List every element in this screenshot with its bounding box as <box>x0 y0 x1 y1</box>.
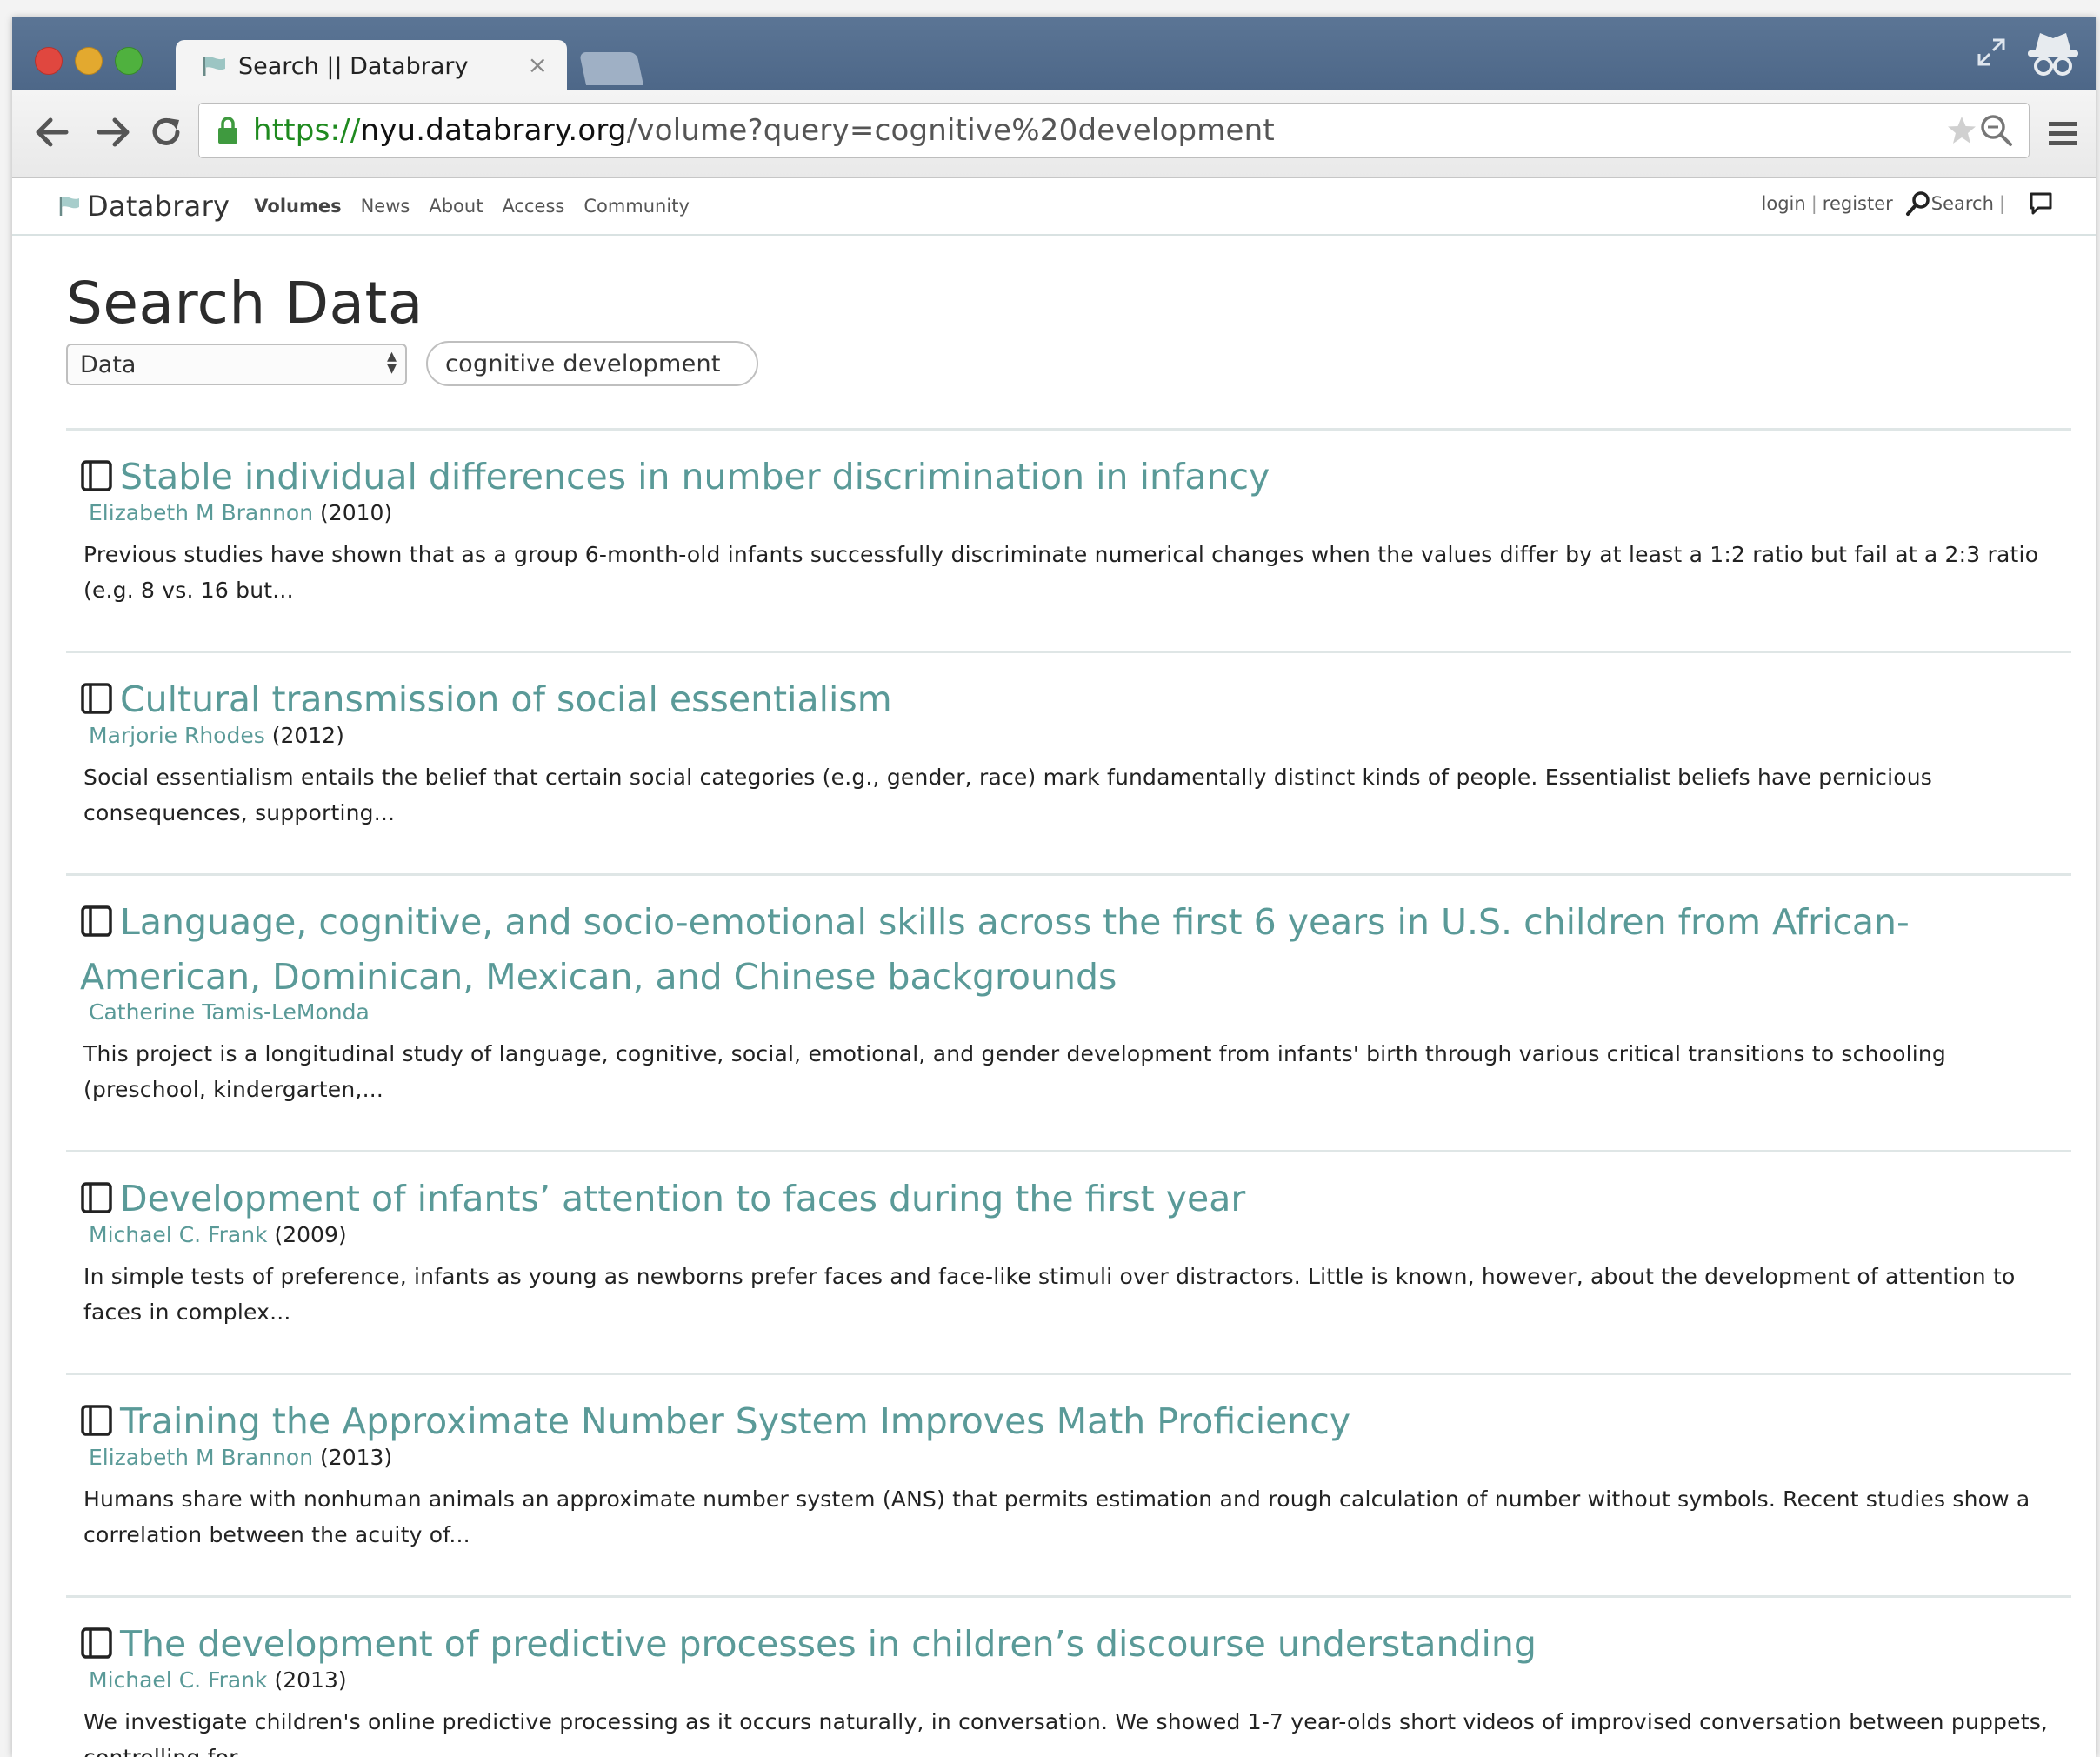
result-title-link[interactable]: The development of predictive processes … <box>80 1617 2054 1672</box>
browser-toolbar: https://nyu.databrary.org/volume?query=c… <box>12 90 2096 178</box>
fullscreen-icon[interactable] <box>1974 35 2009 70</box>
result-year: (2012) <box>271 723 344 748</box>
nav-news[interactable]: News <box>361 196 410 217</box>
result-year: (2013) <box>320 1445 393 1470</box>
maximize-window-button[interactable] <box>115 47 143 75</box>
result-author-link[interactable]: Michael C. Frank <box>89 1667 268 1693</box>
login-link[interactable]: login <box>1762 193 1806 214</box>
result-author-link[interactable]: Catherine Tamis-LeMonda <box>89 999 370 1025</box>
result-author-link[interactable]: Elizabeth M Brannon <box>89 1445 313 1470</box>
results-list: Stable individual differences in number … <box>66 428 2071 1757</box>
result-snippet: This project is a longitudinal study of … <box>83 1041 1946 1102</box>
browser-tab[interactable]: Search || Databrary × <box>176 40 567 92</box>
address-bar[interactable]: https://nyu.databrary.org/volume?query=c… <box>198 103 2030 158</box>
databrary-favicon-icon <box>203 57 225 76</box>
volume-icon <box>81 1627 112 1659</box>
result-year: (2010) <box>320 500 393 525</box>
result-title: Language, cognitive, and socio-emotional… <box>80 901 1910 998</box>
reload-button[interactable] <box>144 110 190 155</box>
browser-window: Search || Databrary × https://nyu.databr… <box>12 17 2096 1757</box>
result-snippet: Previous studies have shown that as a gr… <box>83 542 2039 603</box>
site-logo-text: Databrary <box>87 190 230 223</box>
search-type-select[interactable]: Data ▴ ▾ <box>66 344 407 385</box>
nav-volumes[interactable]: Volumes <box>254 196 341 217</box>
result-author-link[interactable]: Elizabeth M Brannon <box>89 500 313 525</box>
register-link[interactable]: register <box>1823 193 1893 214</box>
result-snippet: We investigate children's online predict… <box>83 1709 2049 1757</box>
forward-button[interactable] <box>90 110 136 155</box>
site-user-controls: login | register Search | <box>1762 190 2054 217</box>
reload-icon <box>152 117 180 145</box>
result-title: The development of predictive processes … <box>120 1623 1537 1665</box>
volume-icon <box>81 905 112 937</box>
tab-title: Search || Databrary <box>238 52 469 80</box>
separator: | <box>1810 193 1817 214</box>
site-nav: Volumes News About Access Community <box>254 196 709 217</box>
result-item: Training the Approximate Number System I… <box>66 1373 2071 1595</box>
result-snippet: In simple tests of preference, infants a… <box>83 1264 2016 1325</box>
new-tab-button[interactable] <box>578 52 644 85</box>
result-author-link[interactable]: Michael C. Frank <box>89 1222 268 1247</box>
nav-community[interactable]: Community <box>583 196 690 217</box>
result-title: Development of infants’ attention to fac… <box>120 1178 1246 1219</box>
result-title-link[interactable]: Language, cognitive, and socio-emotional… <box>80 895 2054 1005</box>
result-meta: Michael C. Frank (2013) <box>89 1667 347 1693</box>
result-item: The development of predictive processes … <box>66 1595 2071 1757</box>
search-input-value: cognitive development <box>445 350 721 377</box>
back-arrow-icon <box>36 117 69 147</box>
forward-arrow-icon <box>97 117 130 147</box>
result-item: Development of infants’ attention to fac… <box>66 1150 2071 1373</box>
feedback-icon[interactable] <box>2028 190 2054 217</box>
result-title-link[interactable]: Development of infants’ attention to fac… <box>80 1172 2054 1226</box>
result-title-link[interactable]: Training the Approximate Number System I… <box>80 1394 2054 1449</box>
result-snippet: Humans share with nonhuman animals an ap… <box>83 1486 2030 1547</box>
result-title-link[interactable]: Stable individual differences in number … <box>80 450 2054 504</box>
lock-icon <box>218 117 237 144</box>
search-type-value: Data <box>80 351 137 378</box>
close-window-button[interactable] <box>35 47 63 75</box>
nav-about[interactable]: About <box>429 196 483 217</box>
back-button[interactable] <box>30 110 75 155</box>
search-input[interactable]: cognitive development <box>426 341 758 386</box>
tab-close-icon[interactable]: × <box>528 50 548 79</box>
separator: | <box>1998 193 2005 214</box>
result-meta: Elizabeth M Brannon (2013) <box>89 1445 392 1470</box>
result-item: Cultural transmission of social essentia… <box>66 651 2071 873</box>
incognito-icon <box>2028 33 2078 76</box>
result-meta: Elizabeth M Brannon (2010) <box>89 500 392 525</box>
minimize-window-button[interactable] <box>75 47 103 75</box>
result-snippet: Social essentialism entails the belief t… <box>83 765 1933 825</box>
result-title-link[interactable]: Cultural transmission of social essentia… <box>80 672 2054 727</box>
result-item: Stable individual differences in number … <box>66 428 2071 651</box>
volume-icon <box>81 1405 112 1436</box>
result-author-link[interactable]: Marjorie Rhodes <box>89 723 265 748</box>
site-header: Databrary Volumes News About Access Comm… <box>12 178 2096 236</box>
result-meta: Catherine Tamis-LeMonda <box>89 999 370 1025</box>
site-logo[interactable]: Databrary <box>59 190 230 223</box>
result-item: Language, cognitive, and socio-emotional… <box>66 873 2071 1150</box>
volume-icon <box>81 683 112 714</box>
volume-icon <box>81 460 112 491</box>
url-text: https://nyu.databrary.org/volume?query=c… <box>253 113 1275 148</box>
volume-icon <box>81 1182 112 1213</box>
bookmark-star-icon[interactable] <box>1945 114 1978 147</box>
site-search-link[interactable]: Search <box>1931 193 1994 214</box>
zoom-button[interactable] <box>1977 111 2016 150</box>
result-meta: Michael C. Frank (2009) <box>89 1222 347 1247</box>
tab-strip: Search || Databrary × <box>12 17 2096 92</box>
result-title: Cultural transmission of social essentia… <box>120 678 892 720</box>
search-icon[interactable] <box>1905 190 1931 217</box>
nav-access[interactable]: Access <box>502 196 564 217</box>
result-title: Training the Approximate Number System I… <box>120 1400 1351 1442</box>
result-title: Stable individual differences in number … <box>120 456 1270 498</box>
browser-menu-icon[interactable] <box>2043 115 2082 153</box>
page-title: Search Data <box>66 270 423 337</box>
result-year: (2009) <box>274 1222 347 1247</box>
zoom-icon <box>1981 115 2012 146</box>
result-year: (2013) <box>274 1667 347 1693</box>
databrary-logo-icon <box>59 197 79 216</box>
select-arrows-icon: ▴ ▾ <box>386 345 397 379</box>
result-meta: Marjorie Rhodes (2012) <box>89 723 344 748</box>
